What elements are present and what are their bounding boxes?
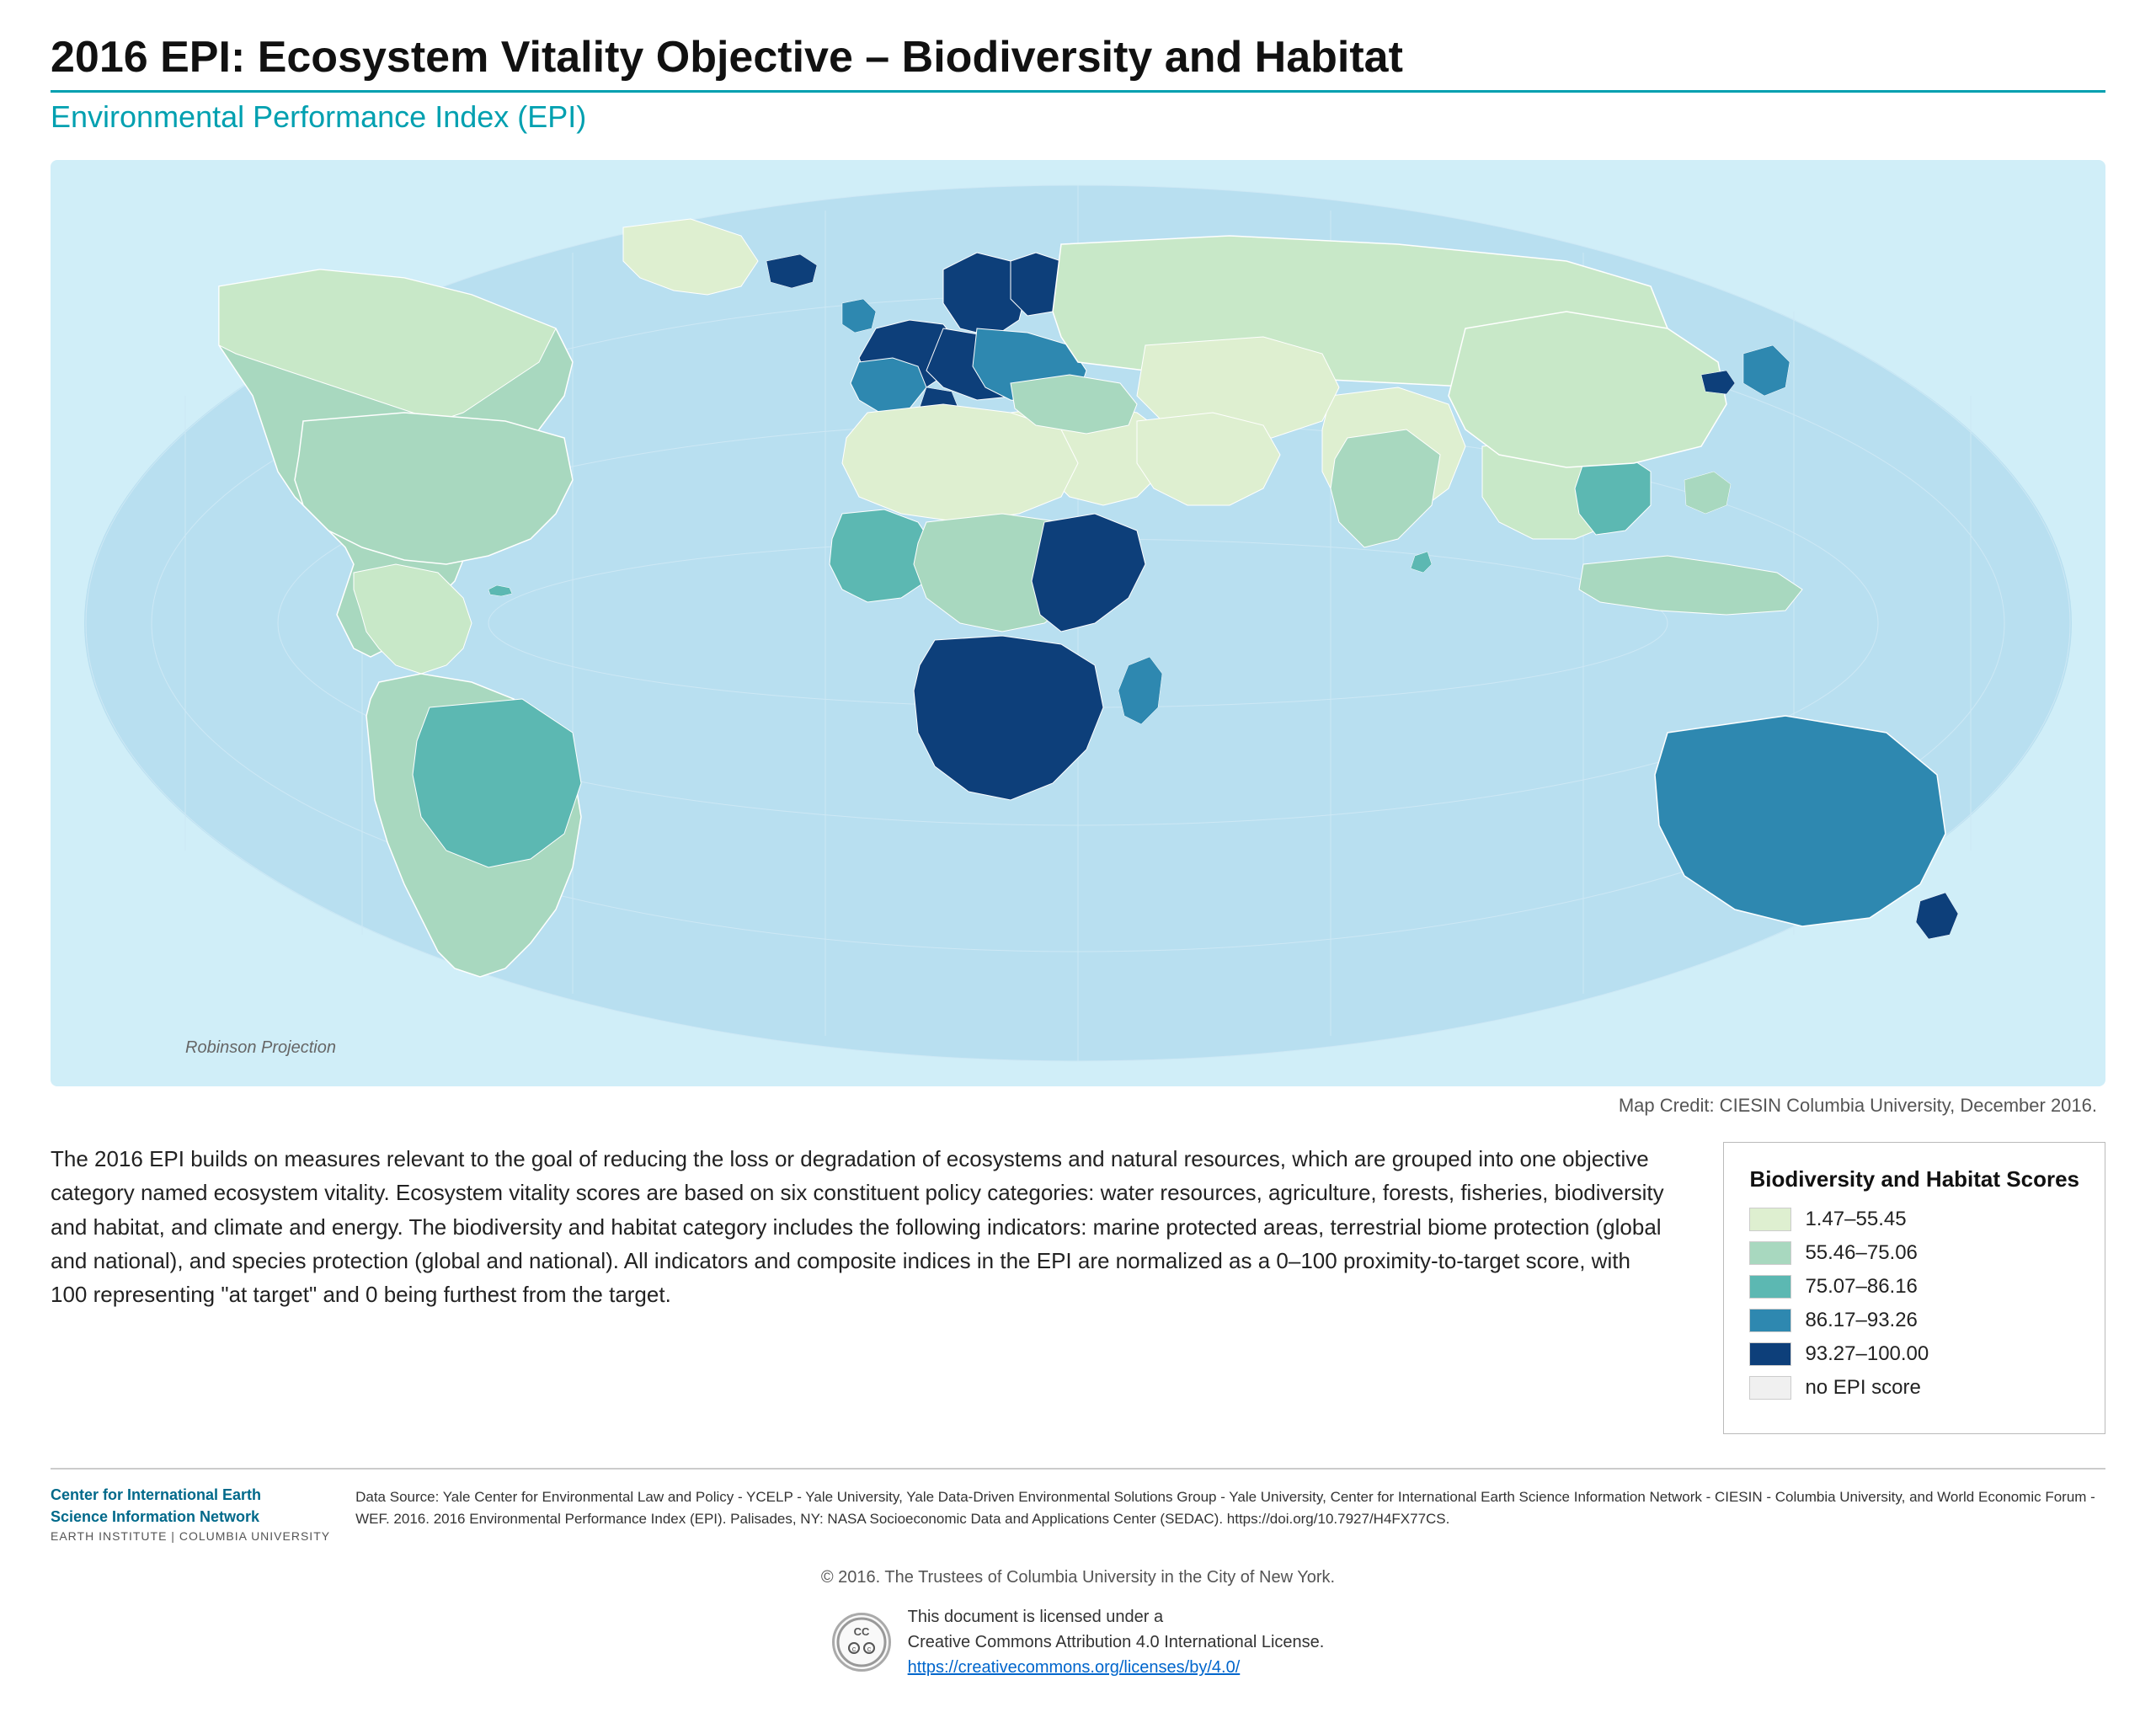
cc-link[interactable]: https://creativecommons.org/licenses/by/… (908, 1658, 1241, 1677)
subtitle: Environmental Performance Index (EPI) (51, 99, 2105, 135)
svg-text:c: c (867, 1645, 871, 1653)
org-name-1: Center for International Earth (51, 1486, 330, 1505)
description-text: The 2016 EPI builds on measures relevant… (51, 1142, 1673, 1311)
org-name-3: EARTH INSTITUTE | COLUMBIA UNIVERSITY (51, 1529, 330, 1543)
legend-item: 75.07–86.16 (1749, 1275, 2079, 1299)
legend-item: no EPI score (1749, 1376, 2079, 1400)
world-map: Robinson Projection (51, 160, 2105, 1086)
legend-title: Biodiversity and Habitat Scores (1749, 1166, 2079, 1192)
footer-section: Center for International Earth Science I… (51, 1468, 2105, 1543)
main-title: 2016 EPI: Ecosystem Vitality Objective –… (51, 34, 2105, 82)
org-name-2: Science Information Network (51, 1508, 330, 1527)
legend-box: Biodiversity and Habitat Scores 1.47–55.… (1723, 1142, 2105, 1434)
svg-text:Robinson Projection: Robinson Projection (185, 1038, 336, 1057)
legend-item: 1.47–55.45 (1749, 1208, 2079, 1231)
org-logo: Center for International Earth Science I… (51, 1486, 330, 1543)
map-credit: Map Credit: CIESIN Columbia University, … (51, 1095, 2105, 1117)
svg-text:c: c (851, 1645, 856, 1653)
cc-section: CC c c This document is licensed under a… (51, 1604, 2105, 1680)
legend-item: 93.27–100.00 (1749, 1342, 2079, 1366)
legend-item: 86.17–93.26 (1749, 1309, 2079, 1332)
svg-text:CC: CC (853, 1625, 869, 1638)
cc-text: This document is licensed under a Creati… (908, 1604, 1325, 1680)
cc-icon: CC c c (832, 1613, 891, 1672)
legend-item: 55.46–75.06 (1749, 1241, 2079, 1265)
footer-data-source: Data Source: Yale Center for Environment… (355, 1486, 2105, 1529)
copyright-line: © 2016. The Trustees of Columbia Univers… (51, 1568, 2105, 1587)
